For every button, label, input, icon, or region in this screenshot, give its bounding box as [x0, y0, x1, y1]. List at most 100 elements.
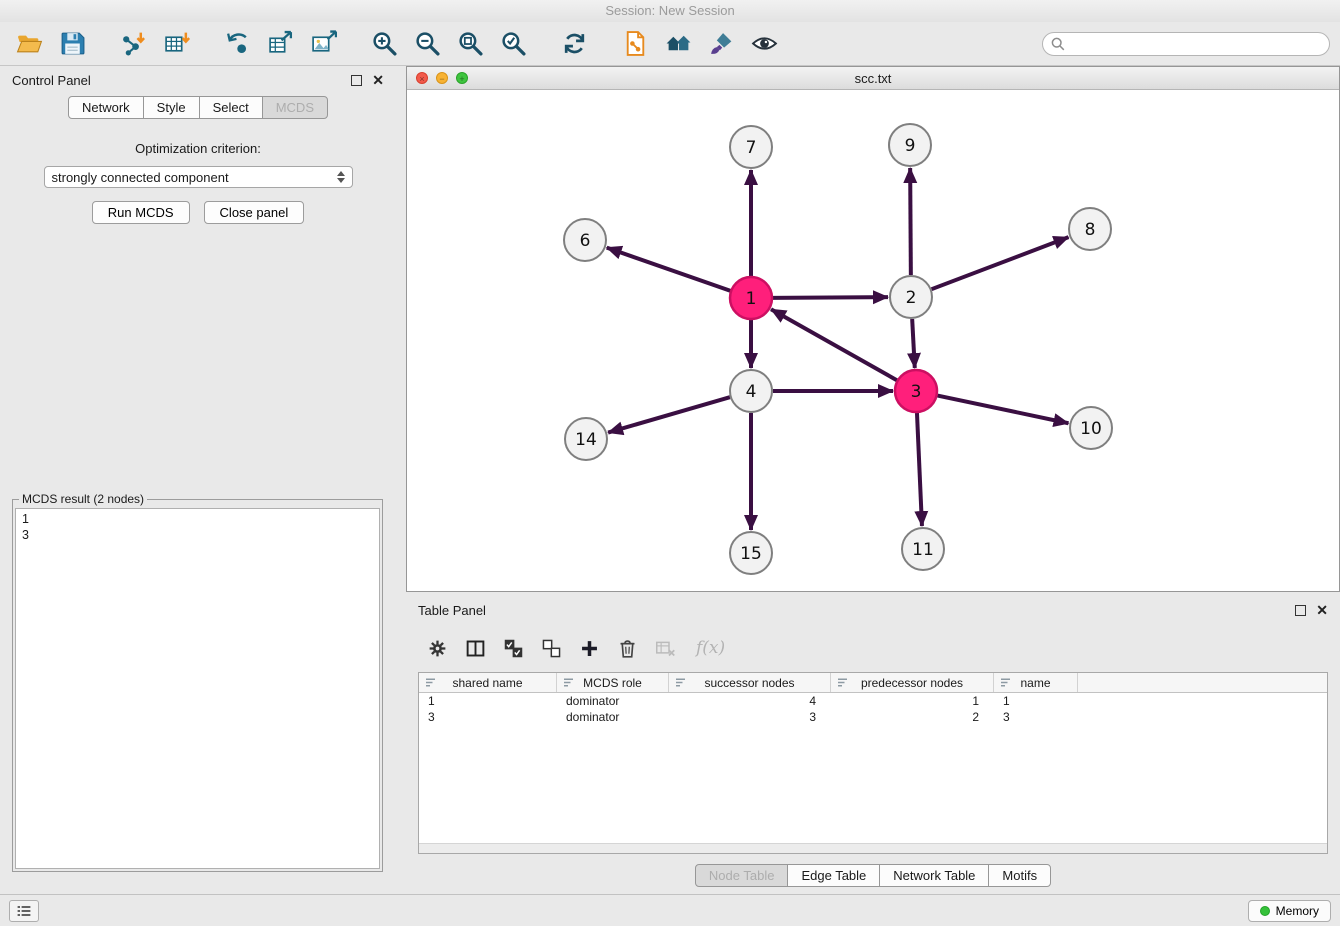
function-builder-button[interactable]: f(x) — [690, 637, 731, 659]
column-header-name[interactable]: name — [994, 673, 1078, 692]
import-table-button[interactable] — [157, 27, 195, 61]
tab-edge-table[interactable]: Edge Table — [787, 864, 880, 887]
zoom-in-button[interactable] — [365, 27, 403, 61]
column-header-predecessor-nodes[interactable]: predecessor nodes — [831, 673, 994, 692]
table-row[interactable]: 3 dominator 3 2 3 — [419, 709, 1327, 725]
edge-1-2[interactable] — [773, 297, 888, 298]
search-box[interactable] — [1042, 32, 1330, 56]
node-label-7: 7 — [746, 138, 757, 158]
edge-3-10[interactable] — [938, 396, 1069, 424]
close-table-panel-icon[interactable]: ✕ — [1316, 605, 1328, 615]
home-button[interactable] — [659, 27, 697, 61]
export-table-button[interactable] — [261, 27, 299, 61]
node-7[interactable]: 7 — [730, 126, 772, 168]
node-15[interactable]: 15 — [730, 532, 772, 574]
network-neighbors-button[interactable] — [218, 27, 256, 61]
close-window-icon[interactable] — [416, 72, 428, 84]
share-document-button[interactable] — [616, 27, 654, 61]
tab-node-table[interactable]: Node Table — [695, 864, 789, 887]
node-10[interactable]: 10 — [1070, 407, 1112, 449]
cell-shared-name[interactable]: 3 — [419, 709, 557, 725]
node-9[interactable]: 9 — [889, 124, 931, 166]
float-panel-icon[interactable] — [351, 75, 362, 86]
cell-mcds-role[interactable]: dominator — [557, 709, 669, 725]
gear-icon — [427, 638, 448, 659]
edge-2-8[interactable] — [932, 237, 1069, 289]
close-panel-icon[interactable]: ✕ — [372, 75, 384, 85]
add-column-button[interactable] — [576, 635, 602, 661]
deselect-all-button[interactable] — [538, 635, 564, 661]
task-history-button[interactable] — [9, 900, 39, 922]
tab-network[interactable]: Network — [68, 96, 144, 119]
import-network-button[interactable] — [114, 27, 152, 61]
tab-select[interactable]: Select — [199, 96, 263, 119]
edge-3-11[interactable] — [917, 413, 922, 526]
zoom-selected-button[interactable] — [494, 27, 532, 61]
select-all-button[interactable] — [500, 635, 526, 661]
edge-3-1[interactable] — [771, 309, 897, 380]
column-header-successor-nodes[interactable]: successor nodes — [669, 673, 831, 692]
cell-mcds-role[interactable]: dominator — [557, 693, 669, 709]
plus-icon — [579, 638, 600, 659]
edge-4-14[interactable] — [608, 397, 730, 432]
memory-button[interactable]: Memory — [1248, 900, 1331, 922]
sort-icon — [563, 677, 574, 688]
run-mcds-button[interactable]: Run MCDS — [92, 201, 190, 224]
node-label-3: 3 — [911, 382, 922, 402]
table-settings-button[interactable] — [424, 635, 450, 661]
toggle-visibility-button[interactable] — [745, 27, 783, 61]
edge-1-6[interactable] — [607, 248, 731, 291]
maximize-window-icon[interactable] — [456, 72, 468, 84]
node-label-1: 1 — [746, 289, 757, 309]
optimization-criterion-select[interactable]: strongly connected component — [44, 166, 353, 188]
edge-2-9[interactable] — [910, 168, 911, 275]
search-input[interactable] — [1070, 35, 1321, 52]
node-4[interactable]: 4 — [730, 370, 772, 412]
save-session-button[interactable] — [53, 27, 91, 61]
table-horizontal-scrollbar[interactable] — [419, 843, 1327, 853]
node-label-6: 6 — [580, 231, 591, 251]
table-row[interactable]: 1 dominator 4 1 1 — [419, 693, 1327, 709]
tab-style[interactable]: Style — [143, 96, 200, 119]
cell-shared-name[interactable]: 1 — [419, 693, 557, 709]
network-canvas[interactable]: 7 9 6 8 1 2 4 3 14 10 15 11 — [407, 89, 1339, 591]
node-1[interactable]: 1 — [730, 277, 772, 319]
zoom-fit-button[interactable] — [451, 27, 489, 61]
cell-name[interactable]: 1 — [994, 693, 1078, 709]
node-14[interactable]: 14 — [565, 418, 607, 460]
tab-mcds[interactable]: MCDS — [262, 96, 328, 119]
column-header-filler — [1078, 673, 1327, 692]
zoom-selected-icon — [500, 30, 527, 57]
node-2[interactable]: 2 — [890, 276, 932, 318]
column-header-mcds-role[interactable]: MCDS role — [557, 673, 669, 692]
node-6[interactable]: 6 — [564, 219, 606, 261]
apply-style-button[interactable] — [702, 27, 740, 61]
optimization-criterion-value: strongly connected component — [52, 170, 229, 185]
column-header-shared-name[interactable]: shared name — [419, 673, 557, 692]
close-panel-button[interactable]: Close panel — [204, 201, 305, 224]
export-image-button[interactable] — [304, 27, 342, 61]
zoom-out-button[interactable] — [408, 27, 446, 61]
control-panel-title: Control Panel — [12, 73, 91, 88]
sort-icon — [675, 677, 686, 688]
refresh-view-button[interactable] — [555, 27, 593, 61]
delete-table-button[interactable] — [652, 635, 678, 661]
minimize-window-icon[interactable] — [436, 72, 448, 84]
node-8[interactable]: 8 — [1069, 208, 1111, 250]
edge-2-3[interactable] — [912, 319, 915, 368]
cell-predecessor-nodes[interactable]: 1 — [831, 693, 994, 709]
tab-motifs[interactable]: Motifs — [988, 864, 1051, 887]
cell-successor-nodes[interactable]: 3 — [669, 709, 831, 725]
cell-successor-nodes[interactable]: 4 — [669, 693, 831, 709]
mcds-result-list: 1 3 — [15, 508, 380, 869]
mcds-result-item: 3 — [22, 527, 373, 543]
delete-column-button[interactable] — [614, 635, 640, 661]
show-columns-button[interactable] — [462, 635, 488, 661]
open-session-button[interactable] — [10, 27, 48, 61]
cell-name[interactable]: 3 — [994, 709, 1078, 725]
node-3[interactable]: 3 — [895, 370, 937, 412]
tab-network-table[interactable]: Network Table — [879, 864, 989, 887]
node-11[interactable]: 11 — [902, 528, 944, 570]
float-table-panel-icon[interactable] — [1295, 605, 1306, 616]
cell-predecessor-nodes[interactable]: 2 — [831, 709, 994, 725]
